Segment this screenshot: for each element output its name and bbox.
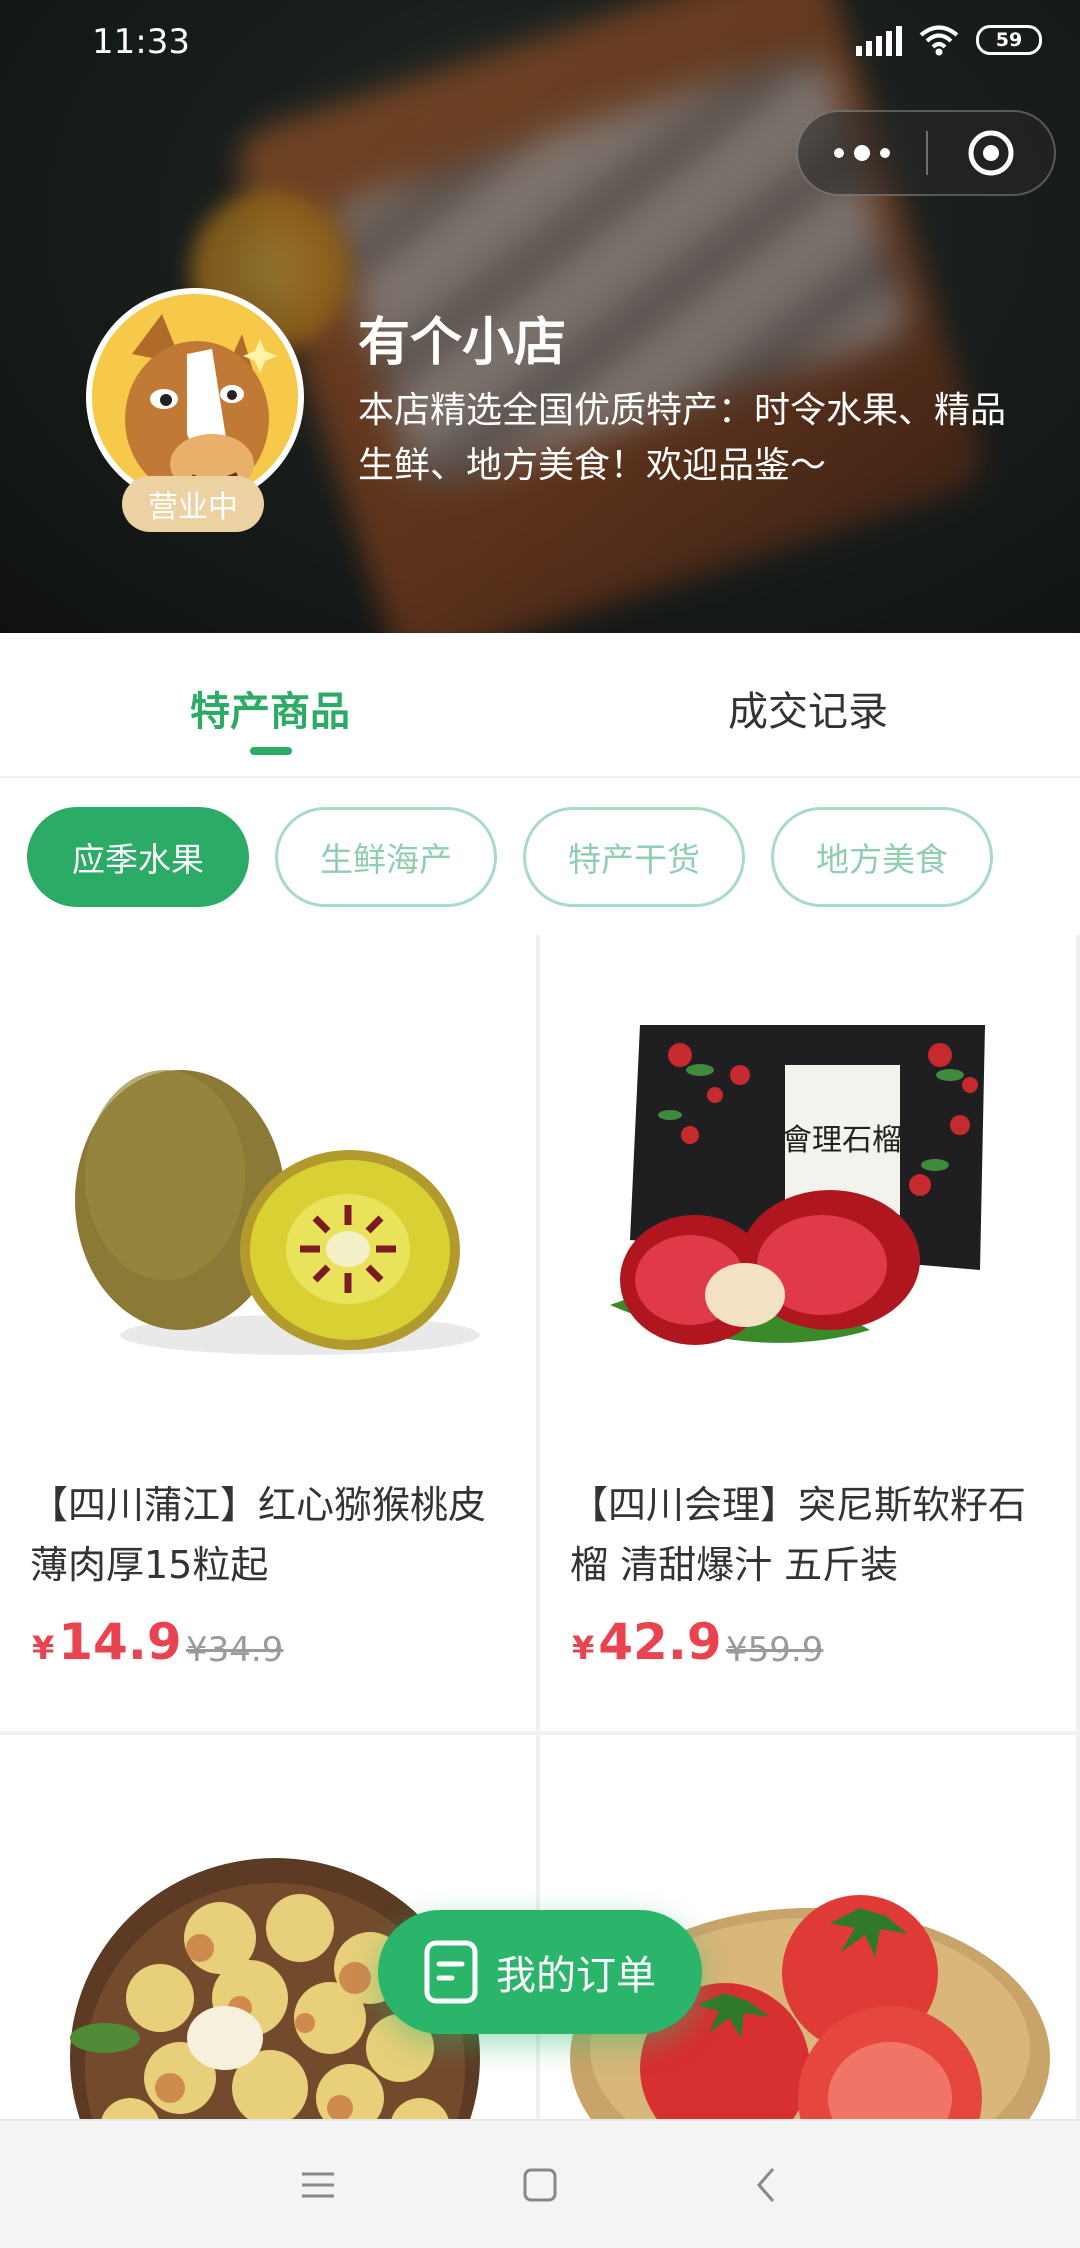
shop-name: 有个小店 — [358, 313, 567, 373]
tab-transactions[interactable]: 成交记录 — [728, 679, 888, 737]
active-tab-indicator — [250, 747, 292, 755]
shop-description: 本店精选全国优质特产：时令水果、精品生鲜、地方美食！欢迎品鉴～ — [358, 390, 1007, 486]
signal-icon — [856, 24, 902, 56]
open-status-badge: 营业中 — [122, 476, 264, 532]
tab-products[interactable]: 特产商品 — [190, 679, 350, 737]
horse-avatar-icon — [92, 294, 298, 500]
battery-icon: 59 — [976, 25, 1042, 55]
category-chips: 应季水果 生鲜海产 特产干货 地方美食 — [0, 780, 1080, 935]
product-card[interactable]: 【四川蒲江】红心猕猴桃皮薄肉厚15粒起 ¥14.9 ¥34.9 — [0, 935, 536, 1731]
pomegranate-product-image: 會理石榴 — [540, 935, 1076, 1445]
chip-local-food[interactable]: 地方美食 — [771, 807, 993, 907]
kiwi-product-image — [0, 935, 536, 1445]
chip-dried-specialties[interactable]: 特产干货 — [523, 807, 745, 907]
miniprogram-capsule — [796, 110, 1056, 196]
product-card[interactable]: 會理石榴 【四川会理】突尼斯软籽石榴 清甜爆汁 五斤装 ¥42.9 ¥59.9 — [540, 935, 1076, 1731]
my-orders-button[interactable]: 我的订单 — [378, 1910, 702, 2034]
product-title: 【四川会理】突尼斯软籽石榴 清甜爆汁 五斤装 — [570, 1483, 1027, 1587]
close-miniprogram-icon[interactable] — [928, 128, 1054, 178]
shop-page: 11:33 59 营业中 有个小店 本店精选全国优质特产：时令水果、精品生鲜、地… — [0, 0, 1080, 2248]
menu-icon[interactable] — [288, 2155, 348, 2215]
svg-text:會理石榴: 會理石榴 — [782, 1123, 902, 1158]
product-price: ¥42.9 — [572, 1613, 722, 1671]
home-icon[interactable] — [510, 2155, 570, 2215]
more-icon[interactable] — [798, 112, 926, 194]
back-icon[interactable] — [736, 2155, 796, 2215]
product-original-price: ¥59.9 — [726, 1630, 824, 1670]
chip-fresh-seafood[interactable]: 生鲜海产 — [275, 807, 497, 907]
shop-avatar — [86, 288, 304, 506]
order-document-icon — [424, 1940, 478, 2004]
product-title: 【四川蒲江】红心猕猴桃皮薄肉厚15粒起 — [30, 1483, 487, 1587]
chip-seasonal-fruit[interactable]: 应季水果 — [27, 807, 249, 907]
status-bar: 11:33 59 — [0, 0, 1080, 90]
product-price: ¥14.9 — [32, 1613, 182, 1671]
shop-banner: 11:33 59 营业中 有个小店 本店精选全国优质特产：时令水果、精品生鲜、地… — [0, 0, 1080, 633]
status-time: 11:33 — [92, 22, 190, 62]
product-original-price: ¥34.9 — [186, 1630, 284, 1670]
my-orders-label: 我的订单 — [496, 1953, 656, 1999]
wifi-icon — [919, 25, 959, 56]
system-nav-bar — [0, 2119, 1080, 2248]
main-tabs: 特产商品 成交记录 — [0, 633, 1080, 778]
